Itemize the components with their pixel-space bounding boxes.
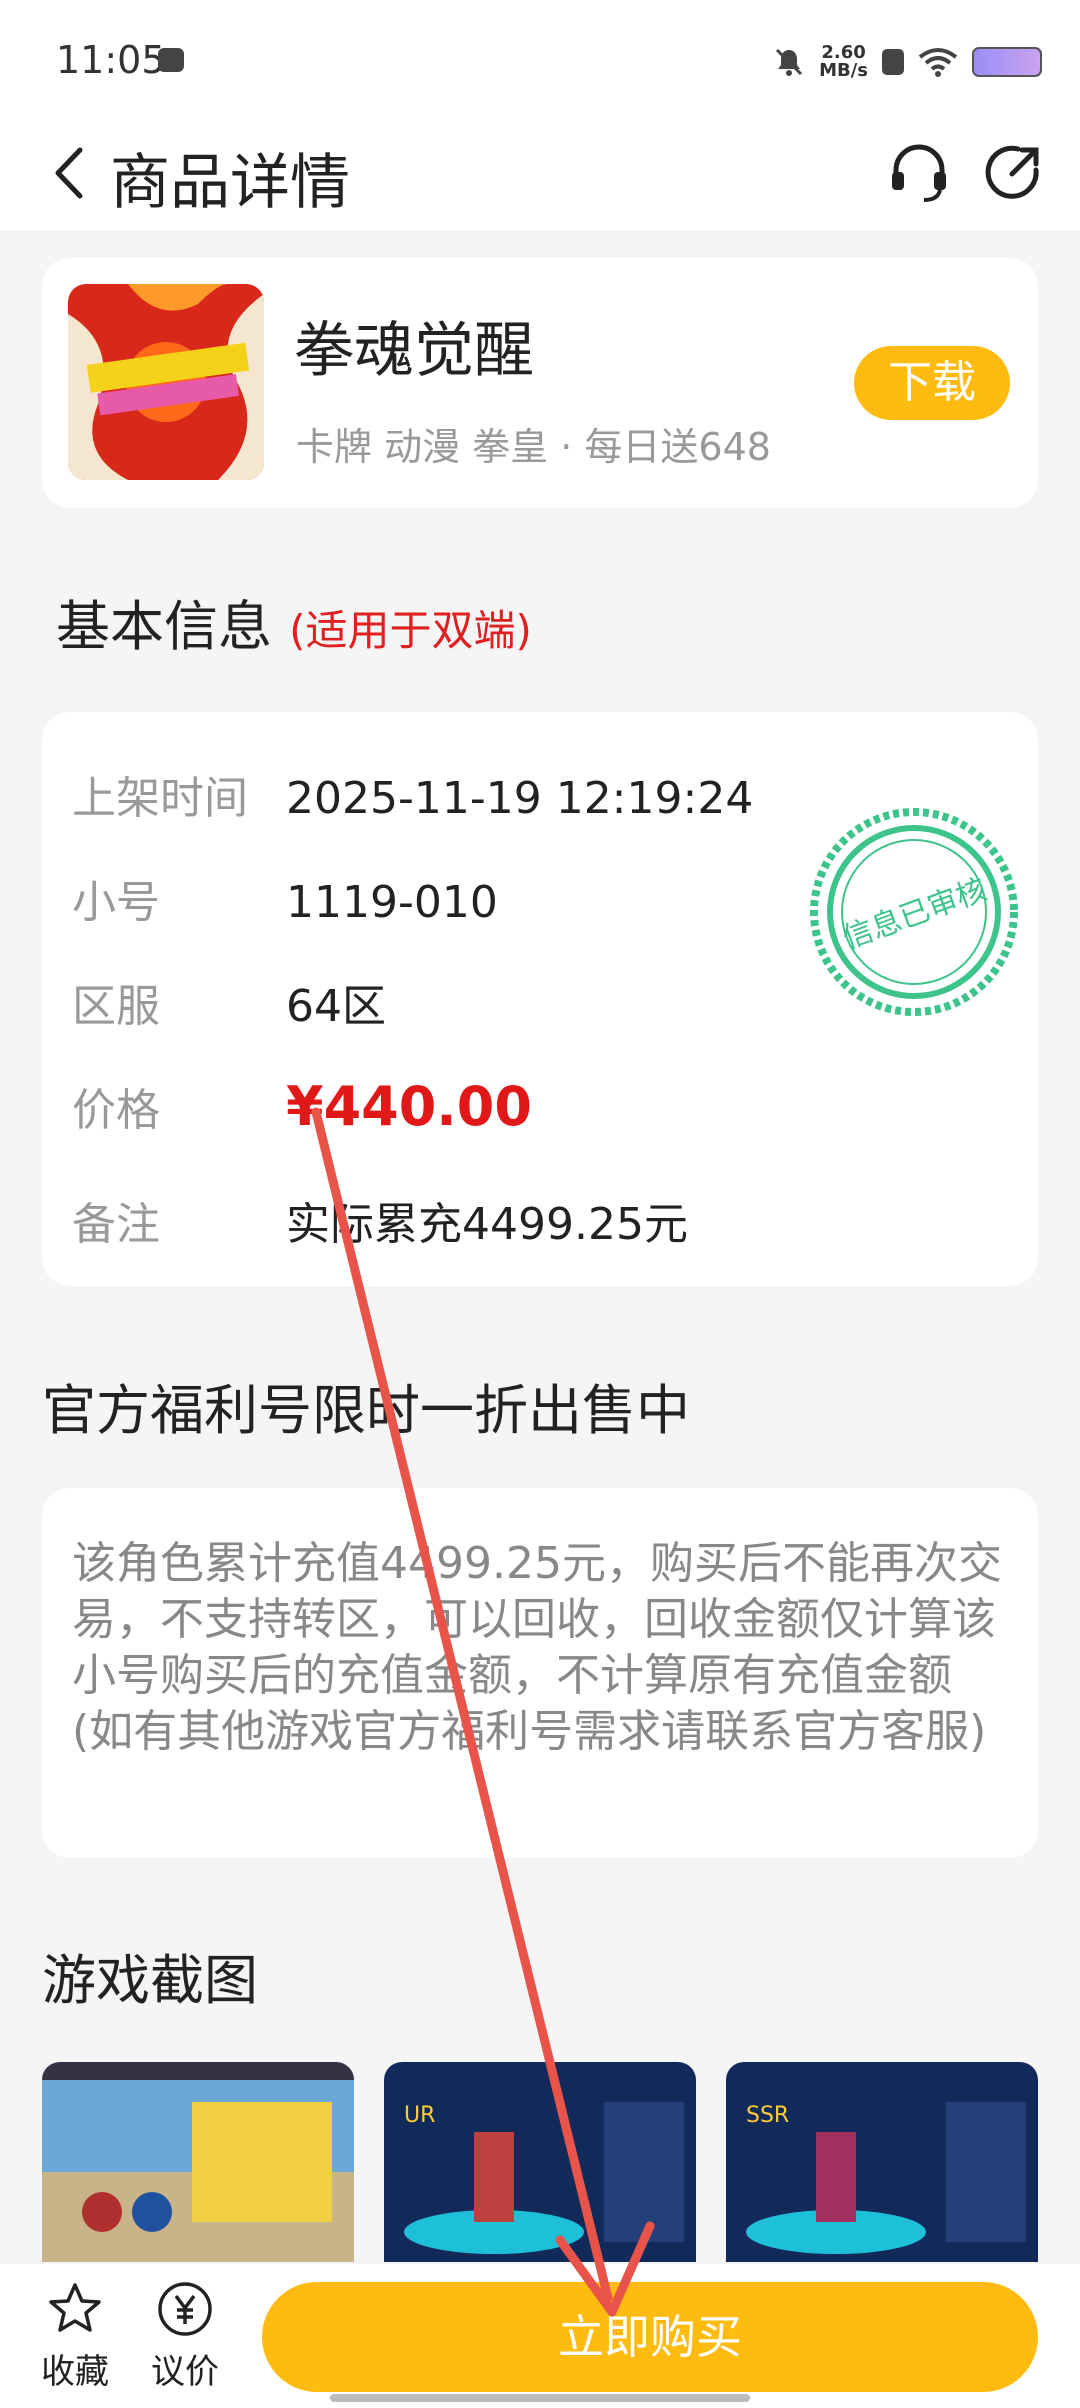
- info-card: 上架时间 2025-11-19 12:19:24 小号 1119-010 区服 …: [42, 712, 1038, 1286]
- basic-info-note: (适用于双端): [289, 606, 532, 655]
- description-text: 该角色累计充值4499.25元，购买后不能再次交易，不支持转区，可以回收，回收金…: [72, 1538, 1002, 1757]
- status-icons: 2.60 MB/s: [773, 38, 1042, 86]
- info-row-server: 区服 64区: [72, 970, 386, 1034]
- info-key: 价格: [72, 1085, 160, 1136]
- status-time: 11:05: [56, 38, 166, 82]
- yen-icon: [158, 2282, 212, 2336]
- net-speed-unit: MB/s: [819, 60, 868, 81]
- info-key: 上架时间: [72, 773, 248, 824]
- status-bar: 11:05 2.60 MB/s: [0, 0, 1080, 120]
- message-notification-icon: [158, 48, 184, 72]
- info-key: 备注: [72, 1199, 160, 1250]
- game-logo: [68, 284, 264, 480]
- screenshots-title: 游戏截图: [42, 1949, 258, 2012]
- info-row-price: 价格 ¥440.00: [72, 1074, 532, 1138]
- info-value: 实际累充4499.25元: [286, 1199, 688, 1250]
- game-screenshot[interactable]: [42, 2062, 354, 2262]
- info-key: 小号: [72, 877, 160, 928]
- star-icon: [49, 2283, 101, 2332]
- game-screenshot[interactable]: SSR: [726, 2062, 1038, 2262]
- svg-text:UR: UR: [404, 2103, 435, 2128]
- wifi-icon: [918, 48, 958, 77]
- game-name: 拳魂觉醒: [294, 316, 534, 386]
- bargain-label: 议价: [151, 2352, 219, 2392]
- basic-info-heading: 基本信息 (适用于双端): [56, 582, 532, 661]
- promo-title: 官方福利号限时一折出售中: [42, 1379, 690, 1442]
- game-tags: 卡牌 动漫 拳皇 · 每日送648: [296, 425, 771, 469]
- bottom-bar: 收藏 议价 立即购买: [0, 2264, 1080, 2408]
- screenshot-list: UR SSR: [42, 2062, 1038, 2262]
- basic-info-title: 基本信息: [56, 595, 272, 658]
- info-row-listed-time: 上架时间 2025-11-19 12:19:24: [72, 762, 753, 826]
- notification-box-icon: [882, 49, 904, 75]
- verified-stamp: 信息已审核: [808, 806, 1020, 1018]
- info-value: 64区: [286, 981, 386, 1032]
- description-card: 该角色累计充值4499.25元，购买后不能再次交易，不支持转区，可以回收，回收金…: [42, 1488, 1038, 1858]
- stamp-icon: 信息已审核: [810, 808, 1018, 1016]
- share-icon[interactable]: [978, 138, 1048, 208]
- info-row-account: 小号 1119-010: [72, 866, 498, 930]
- info-value: 2025-11-19 12:19:24: [286, 773, 754, 824]
- price-value: ¥440.00: [286, 1075, 532, 1138]
- headset-icon[interactable]: [884, 138, 954, 208]
- buy-now-button[interactable]: 立即购买: [262, 2282, 1038, 2392]
- info-key: 区服: [72, 981, 160, 1032]
- chevron-left-icon[interactable]: [36, 138, 106, 208]
- favorite-label: 收藏: [41, 2352, 109, 2392]
- info-value: 1119-010: [286, 877, 498, 928]
- bargain-button[interactable]: 议价: [140, 2280, 230, 2393]
- header: 商品详情: [0, 120, 1080, 230]
- home-indicator: [330, 2394, 750, 2402]
- battery-icon: [972, 47, 1042, 77]
- page-title: 商品详情: [110, 148, 350, 218]
- net-speed: 2.60 MB/s: [819, 44, 868, 80]
- svg-text:SSR: SSR: [746, 2103, 789, 2128]
- download-button[interactable]: 下载: [854, 346, 1010, 420]
- game-card[interactable]: 拳魂觉醒 卡牌 动漫 拳皇 · 每日送648 下载: [42, 258, 1038, 508]
- info-row-remark: 备注 实际累充4499.25元: [72, 1188, 688, 1252]
- favorite-button[interactable]: 收藏: [30, 2280, 120, 2393]
- game-screenshot[interactable]: UR: [384, 2062, 696, 2262]
- mute-icon: [776, 48, 803, 76]
